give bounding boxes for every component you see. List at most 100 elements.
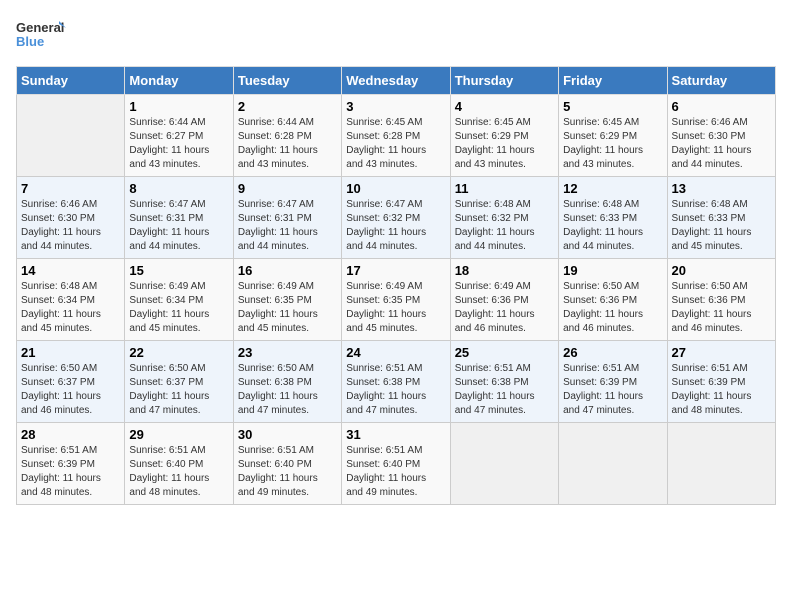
day-number: 8: [129, 181, 228, 196]
day-number: 22: [129, 345, 228, 360]
day-number: 17: [346, 263, 445, 278]
day-number: 3: [346, 99, 445, 114]
calendar-cell: 3 Sunrise: 6:45 AMSunset: 6:28 PMDaylight…: [342, 95, 450, 177]
calendar-cell: 18 Sunrise: 6:49 AMSunset: 6:36 PMDayligh…: [450, 259, 558, 341]
calendar-cell: 23 Sunrise: 6:50 AMSunset: 6:38 PMDayligh…: [233, 341, 341, 423]
cell-info: Sunrise: 6:51 AMSunset: 6:39 PMDaylight:…: [563, 362, 662, 418]
day-header-wednesday: Wednesday: [342, 67, 450, 95]
day-number: 4: [455, 99, 554, 114]
day-number: 11: [455, 181, 554, 196]
cell-info: Sunrise: 6:45 AMSunset: 6:29 PMDaylight:…: [455, 116, 554, 172]
cell-info: Sunrise: 6:50 AMSunset: 6:36 PMDaylight:…: [672, 280, 771, 336]
calendar-cell: 31 Sunrise: 6:51 AMSunset: 6:40 PMDayligh…: [342, 423, 450, 505]
calendar-cell: 9Sunrise: 6:47 AMSunset: 6:31 PMDaylight…: [233, 177, 341, 259]
day-number: 30: [238, 427, 337, 442]
calendar-cell: 10Sunrise: 6:47 AMSunset: 6:32 PMDayligh…: [342, 177, 450, 259]
calendar-cell: 13 Sunrise: 6:48 AMSunset: 6:33 PMDayligh…: [667, 177, 775, 259]
cell-info: Sunrise: 6:49 AMSunset: 6:36 PMDaylight:…: [455, 280, 554, 336]
calendar-cell: 17 Sunrise: 6:49 AMSunset: 6:35 PMDayligh…: [342, 259, 450, 341]
day-header-sunday: Sunday: [17, 67, 125, 95]
day-number: 14: [21, 263, 120, 278]
calendar-cell: 19Sunrise: 6:50 AMSunset: 6:36 PMDayligh…: [559, 259, 667, 341]
calendar-week-1: 1 Sunrise: 6:44 AMSunset: 6:27 PMDaylight…: [17, 95, 776, 177]
cell-info: Sunrise: 6:48 AMSunset: 6:32 PMDaylight:…: [455, 198, 554, 254]
cell-info: Sunrise: 6:45 AMSunset: 6:28 PMDaylight:…: [346, 116, 445, 172]
cell-info: Sunrise: 6:51 AMSunset: 6:38 PMDaylight:…: [455, 362, 554, 418]
day-number: 15: [129, 263, 228, 278]
day-header-monday: Monday: [125, 67, 233, 95]
calendar-cell: 6Sunrise: 6:46 AMSunset: 6:30 PMDaylight…: [667, 95, 775, 177]
calendar-cell: [667, 423, 775, 505]
day-number: 16: [238, 263, 337, 278]
cell-info: Sunrise: 6:51 AMSunset: 6:39 PMDaylight:…: [672, 362, 771, 418]
calendar-cell: 22 Sunrise: 6:50 AMSunset: 6:37 PMDayligh…: [125, 341, 233, 423]
day-header-tuesday: Tuesday: [233, 67, 341, 95]
cell-info: Sunrise: 6:48 AMSunset: 6:33 PMDaylight:…: [672, 198, 771, 254]
cell-info: Sunrise: 6:47 AMSunset: 6:31 PMDaylight:…: [129, 198, 228, 254]
day-number: 27: [672, 345, 771, 360]
calendar-cell: 2Sunrise: 6:44 AMSunset: 6:28 PMDaylight…: [233, 95, 341, 177]
calendar-cell: 21Sunrise: 6:50 AMSunset: 6:37 PMDayligh…: [17, 341, 125, 423]
cell-info: Sunrise: 6:45 AMSunset: 6:29 PMDaylight:…: [563, 116, 662, 172]
cell-info: Sunrise: 6:51 AMSunset: 6:38 PMDaylight:…: [346, 362, 445, 418]
day-header-saturday: Saturday: [667, 67, 775, 95]
calendar-cell: 29 Sunrise: 6:51 AMSunset: 6:40 PMDayligh…: [125, 423, 233, 505]
cell-info: Sunrise: 6:51 AMSunset: 6:40 PMDaylight:…: [238, 444, 337, 500]
day-number: 10: [346, 181, 445, 196]
logo: General Blue: [16, 16, 66, 56]
svg-text:Blue: Blue: [16, 34, 44, 49]
cell-info: Sunrise: 6:44 AMSunset: 6:27 PMDaylight:…: [129, 116, 228, 172]
calendar-cell: 12 Sunrise: 6:48 AMSunset: 6:33 PMDayligh…: [559, 177, 667, 259]
calendar-cell: 24Sunrise: 6:51 AMSunset: 6:38 PMDayligh…: [342, 341, 450, 423]
day-number: 7: [21, 181, 120, 196]
day-headers-row: SundayMondayTuesdayWednesdayThursdayFrid…: [17, 67, 776, 95]
calendar-body: 1 Sunrise: 6:44 AMSunset: 6:27 PMDaylight…: [17, 95, 776, 505]
day-number: 5: [563, 99, 662, 114]
calendar-cell: 16 Sunrise: 6:49 AMSunset: 6:35 PMDayligh…: [233, 259, 341, 341]
calendar-cell: [17, 95, 125, 177]
calendar-cell: [450, 423, 558, 505]
day-number: 23: [238, 345, 337, 360]
cell-info: Sunrise: 6:50 AMSunset: 6:37 PMDaylight:…: [129, 362, 228, 418]
day-number: 31: [346, 427, 445, 442]
calendar-cell: 5 Sunrise: 6:45 AMSunset: 6:29 PMDaylight…: [559, 95, 667, 177]
calendar-cell: 27 Sunrise: 6:51 AMSunset: 6:39 PMDayligh…: [667, 341, 775, 423]
cell-info: Sunrise: 6:49 AMSunset: 6:35 PMDaylight:…: [238, 280, 337, 336]
day-number: 20: [672, 263, 771, 278]
calendar-cell: 26 Sunrise: 6:51 AMSunset: 6:39 PMDayligh…: [559, 341, 667, 423]
day-number: 13: [672, 181, 771, 196]
day-header-thursday: Thursday: [450, 67, 558, 95]
calendar-cell: 20 Sunrise: 6:50 AMSunset: 6:36 PMDayligh…: [667, 259, 775, 341]
calendar-cell: 4 Sunrise: 6:45 AMSunset: 6:29 PMDaylight…: [450, 95, 558, 177]
calendar-cell: 25 Sunrise: 6:51 AMSunset: 6:38 PMDayligh…: [450, 341, 558, 423]
day-number: 18: [455, 263, 554, 278]
calendar-cell: 11 Sunrise: 6:48 AMSunset: 6:32 PMDayligh…: [450, 177, 558, 259]
cell-info: Sunrise: 6:46 AMSunset: 6:30 PMDaylight:…: [672, 116, 771, 172]
cell-info: Sunrise: 6:50 AMSunset: 6:38 PMDaylight:…: [238, 362, 337, 418]
cell-info: Sunrise: 6:48 AMSunset: 6:33 PMDaylight:…: [563, 198, 662, 254]
calendar-cell: 1 Sunrise: 6:44 AMSunset: 6:27 PMDaylight…: [125, 95, 233, 177]
calendar-cell: [559, 423, 667, 505]
cell-info: Sunrise: 6:49 AMSunset: 6:35 PMDaylight:…: [346, 280, 445, 336]
day-number: 25: [455, 345, 554, 360]
day-number: 9: [238, 181, 337, 196]
day-number: 26: [563, 345, 662, 360]
day-number: 29: [129, 427, 228, 442]
cell-info: Sunrise: 6:51 AMSunset: 6:39 PMDaylight:…: [21, 444, 120, 500]
cell-info: Sunrise: 6:51 AMSunset: 6:40 PMDaylight:…: [129, 444, 228, 500]
cell-info: Sunrise: 6:50 AMSunset: 6:37 PMDaylight:…: [21, 362, 120, 418]
cell-info: Sunrise: 6:49 AMSunset: 6:34 PMDaylight:…: [129, 280, 228, 336]
cell-info: Sunrise: 6:48 AMSunset: 6:34 PMDaylight:…: [21, 280, 120, 336]
calendar-week-4: 21Sunrise: 6:50 AMSunset: 6:37 PMDayligh…: [17, 341, 776, 423]
cell-info: Sunrise: 6:51 AMSunset: 6:40 PMDaylight:…: [346, 444, 445, 500]
calendar-cell: 28Sunrise: 6:51 AMSunset: 6:39 PMDayligh…: [17, 423, 125, 505]
calendar-cell: 7Sunrise: 6:46 AMSunset: 6:30 PMDaylight…: [17, 177, 125, 259]
calendar-cell: 30 Sunrise: 6:51 AMSunset: 6:40 PMDayligh…: [233, 423, 341, 505]
calendar-cell: 15 Sunrise: 6:49 AMSunset: 6:34 PMDayligh…: [125, 259, 233, 341]
day-number: 1: [129, 99, 228, 114]
logo-svg: General Blue: [16, 16, 66, 56]
calendar-cell: 14 Sunrise: 6:48 AMSunset: 6:34 PMDayligh…: [17, 259, 125, 341]
day-number: 12: [563, 181, 662, 196]
calendar-table: SundayMondayTuesdayWednesdayThursdayFrid…: [16, 66, 776, 505]
calendar-week-3: 14 Sunrise: 6:48 AMSunset: 6:34 PMDayligh…: [17, 259, 776, 341]
